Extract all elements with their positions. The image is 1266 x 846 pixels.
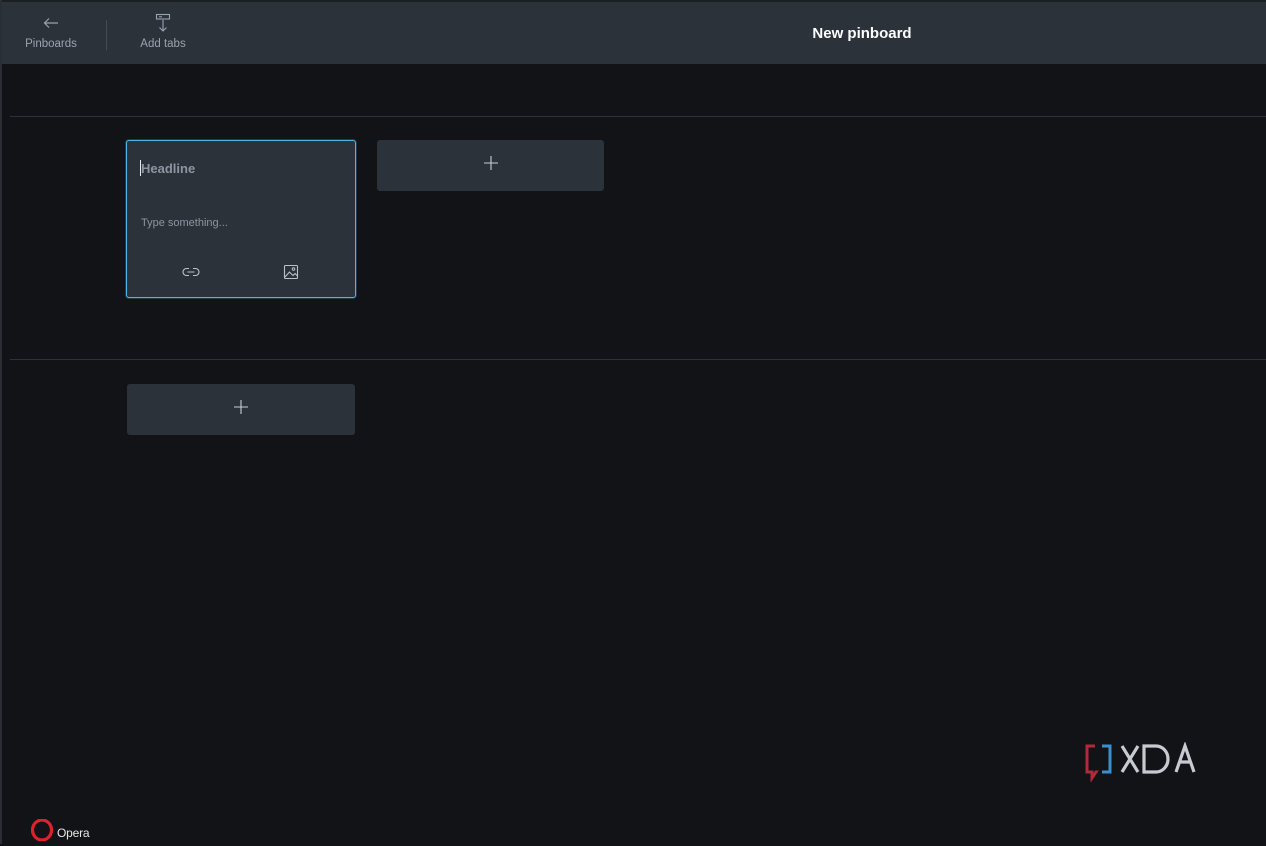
page-title: New pinboard bbox=[812, 25, 912, 42]
opera-brand: Opera bbox=[30, 818, 90, 846]
add-row-button[interactable] bbox=[127, 384, 355, 435]
opera-logo-icon bbox=[30, 818, 54, 846]
toolbar-divider bbox=[106, 20, 107, 50]
toolbar: Pinboards Add tabs New pinboard bbox=[2, 2, 1266, 64]
pinboards-label: Pinboards bbox=[25, 38, 77, 50]
plus-icon bbox=[483, 155, 499, 176]
app-window: Pinboards Add tabs New pinboard Headline… bbox=[0, 0, 1266, 844]
image-icon bbox=[283, 264, 299, 285]
add-card-button[interactable] bbox=[377, 140, 604, 191]
add-link-button[interactable] bbox=[181, 265, 201, 283]
arrow-left-icon bbox=[43, 12, 59, 34]
add-tabs-label: Add tabs bbox=[140, 38, 186, 50]
xda-watermark-logo bbox=[1084, 741, 1208, 783]
note-card[interactable]: Headline Type something... bbox=[126, 140, 356, 298]
window-edge-left bbox=[0, 0, 2, 844]
pinboards-back-button[interactable]: Pinboards bbox=[22, 12, 80, 56]
add-tabs-icon bbox=[155, 12, 171, 34]
plus-icon bbox=[233, 399, 249, 420]
row-divider bbox=[10, 359, 1266, 360]
link-icon bbox=[181, 265, 201, 283]
add-tabs-button[interactable]: Add tabs bbox=[134, 12, 192, 56]
opera-label: Opera bbox=[57, 825, 90, 840]
note-body-input[interactable]: Type something... bbox=[141, 217, 228, 229]
headline-input[interactable]: Headline bbox=[141, 161, 195, 176]
add-image-button[interactable] bbox=[281, 264, 301, 285]
row-divider bbox=[10, 116, 1266, 117]
